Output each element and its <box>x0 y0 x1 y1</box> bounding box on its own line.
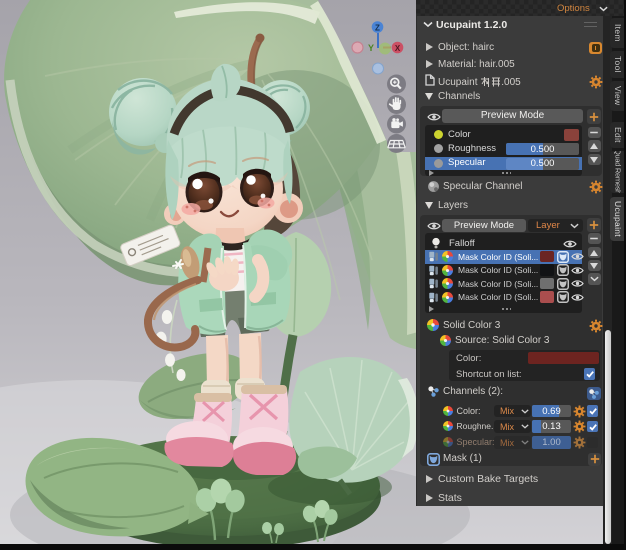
svg-text:X: X <box>395 44 401 53</box>
svg-text:Z: Z <box>375 24 380 33</box>
svg-text:Y: Y <box>368 43 374 53</box>
